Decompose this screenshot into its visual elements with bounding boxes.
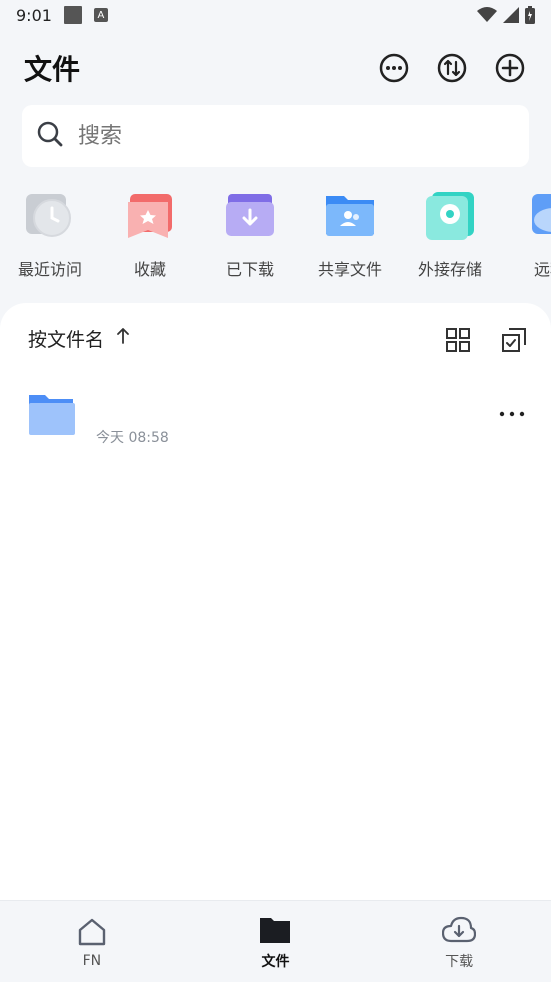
search-box[interactable] bbox=[22, 105, 529, 167]
nav-label: 文件 bbox=[261, 953, 290, 970]
search-input[interactable] bbox=[76, 122, 480, 150]
quick-item-label: 外接存储 bbox=[417, 260, 482, 279]
quick-item-label: 远程 bbox=[533, 260, 551, 279]
nav-item-downloads[interactable]: 下载 bbox=[399, 913, 519, 971]
quick-item-label: 最近访问 bbox=[17, 260, 82, 279]
shared-folder-icon bbox=[324, 190, 376, 242]
quick-access-row: 最近访问 收藏 已下载 共享文件 外接存储 远 bbox=[0, 190, 551, 290]
folder-icon bbox=[28, 393, 78, 437]
external-drive-icon bbox=[424, 190, 476, 242]
home-icon bbox=[75, 915, 109, 949]
wifi-icon bbox=[477, 7, 497, 22]
grid-view-icon[interactable] bbox=[443, 325, 473, 355]
more-dots-icon[interactable] bbox=[497, 399, 527, 429]
status-bar: 9:01 A bbox=[0, 0, 551, 30]
notification-a-icon: A bbox=[93, 8, 108, 22]
quick-item-label: 收藏 bbox=[133, 260, 166, 279]
status-time: 9:01 bbox=[16, 5, 52, 25]
nav-item-files[interactable]: 文件 bbox=[215, 913, 335, 971]
quick-item-label: 已下载 bbox=[225, 260, 274, 279]
nav-label: FN bbox=[82, 952, 102, 969]
status-left: 9:01 A bbox=[16, 6, 108, 25]
clock-icon bbox=[24, 190, 76, 242]
arrow-up-icon bbox=[114, 327, 132, 350]
star-bookmark-icon bbox=[124, 190, 176, 242]
folder-filled-icon bbox=[258, 913, 292, 947]
quick-item-shared[interactable]: 共享文件 bbox=[300, 190, 400, 290]
file-meta: 今天 08:58 bbox=[96, 430, 169, 446]
quick-item-external[interactable]: 外接存储 bbox=[400, 190, 500, 290]
battery-icon bbox=[525, 6, 535, 24]
quick-item-downloaded[interactable]: 已下载 bbox=[200, 190, 300, 290]
signal-icon bbox=[503, 7, 519, 23]
files-panel: 按文件名 今天 08:58 bbox=[0, 303, 551, 900]
nav-label: 下载 bbox=[445, 953, 474, 970]
quick-item-favorites[interactable]: 收藏 bbox=[100, 190, 200, 290]
multi-select-icon[interactable] bbox=[499, 325, 529, 355]
sort-selector[interactable]: 按文件名 bbox=[28, 325, 132, 352]
sort-label: 按文件名 bbox=[28, 329, 105, 351]
more-circle-icon[interactable] bbox=[377, 51, 411, 85]
header-actions bbox=[377, 51, 527, 85]
cloud-icon bbox=[524, 190, 551, 242]
notification-square-icon bbox=[63, 6, 82, 24]
list-item[interactable]: 今天 08:58 bbox=[0, 383, 551, 453]
quick-item-label: 共享文件 bbox=[317, 260, 382, 279]
view-actions bbox=[443, 325, 529, 355]
add-circle-icon[interactable] bbox=[493, 51, 527, 85]
cloud-download-icon bbox=[442, 913, 477, 947]
quick-item-recent[interactable]: 最近访问 bbox=[0, 190, 100, 290]
bottom-nav: FN 文件 下载 bbox=[0, 900, 551, 982]
nav-item-fn[interactable]: FN bbox=[32, 915, 152, 969]
status-right bbox=[477, 6, 535, 24]
quick-item-remote[interactable]: 远程 bbox=[500, 190, 551, 290]
transfer-circle-icon[interactable] bbox=[435, 51, 469, 85]
download-folder-icon bbox=[224, 190, 276, 242]
search-icon bbox=[36, 120, 64, 152]
page-title: 文件 bbox=[24, 53, 81, 86]
header: 文件 bbox=[0, 40, 551, 96]
